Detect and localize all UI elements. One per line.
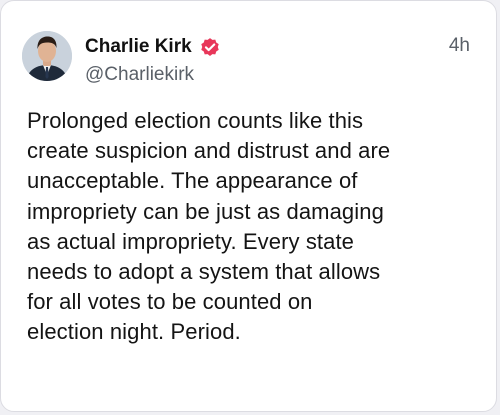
author-handle[interactable]: @Charliekirk [85, 64, 194, 86]
post-timestamp[interactable]: 4h [449, 35, 470, 57]
author-name[interactable]: Charlie Kirk [85, 36, 192, 58]
post-body-line: as actual impropriety. Every state [27, 228, 355, 254]
verified-check-icon [200, 38, 219, 56]
post-body-line: for all votes to be counted on [27, 289, 313, 315]
post-body-line: election night. Period. [27, 319, 241, 345]
post-body-line: needs to adopt a system that allows [27, 259, 381, 285]
post-body-line: Prolonged election counts like this [27, 108, 364, 133]
post-body-line: unacceptable. The appearance of [27, 168, 358, 194]
post-body-line: impropriety can be just as damaging [27, 198, 384, 224]
author-row: Charlie Kirk [85, 35, 221, 59]
post-body-line: create suspicion and distrust and are [27, 138, 391, 164]
avatar-image [22, 31, 72, 81]
post-body: Prolonged election counts like this crea… [27, 106, 487, 348]
avatar[interactable] [22, 31, 72, 81]
post-card[interactable]: Charlie Kirk @Charliekirk 4h Prolonged e… [0, 0, 497, 412]
